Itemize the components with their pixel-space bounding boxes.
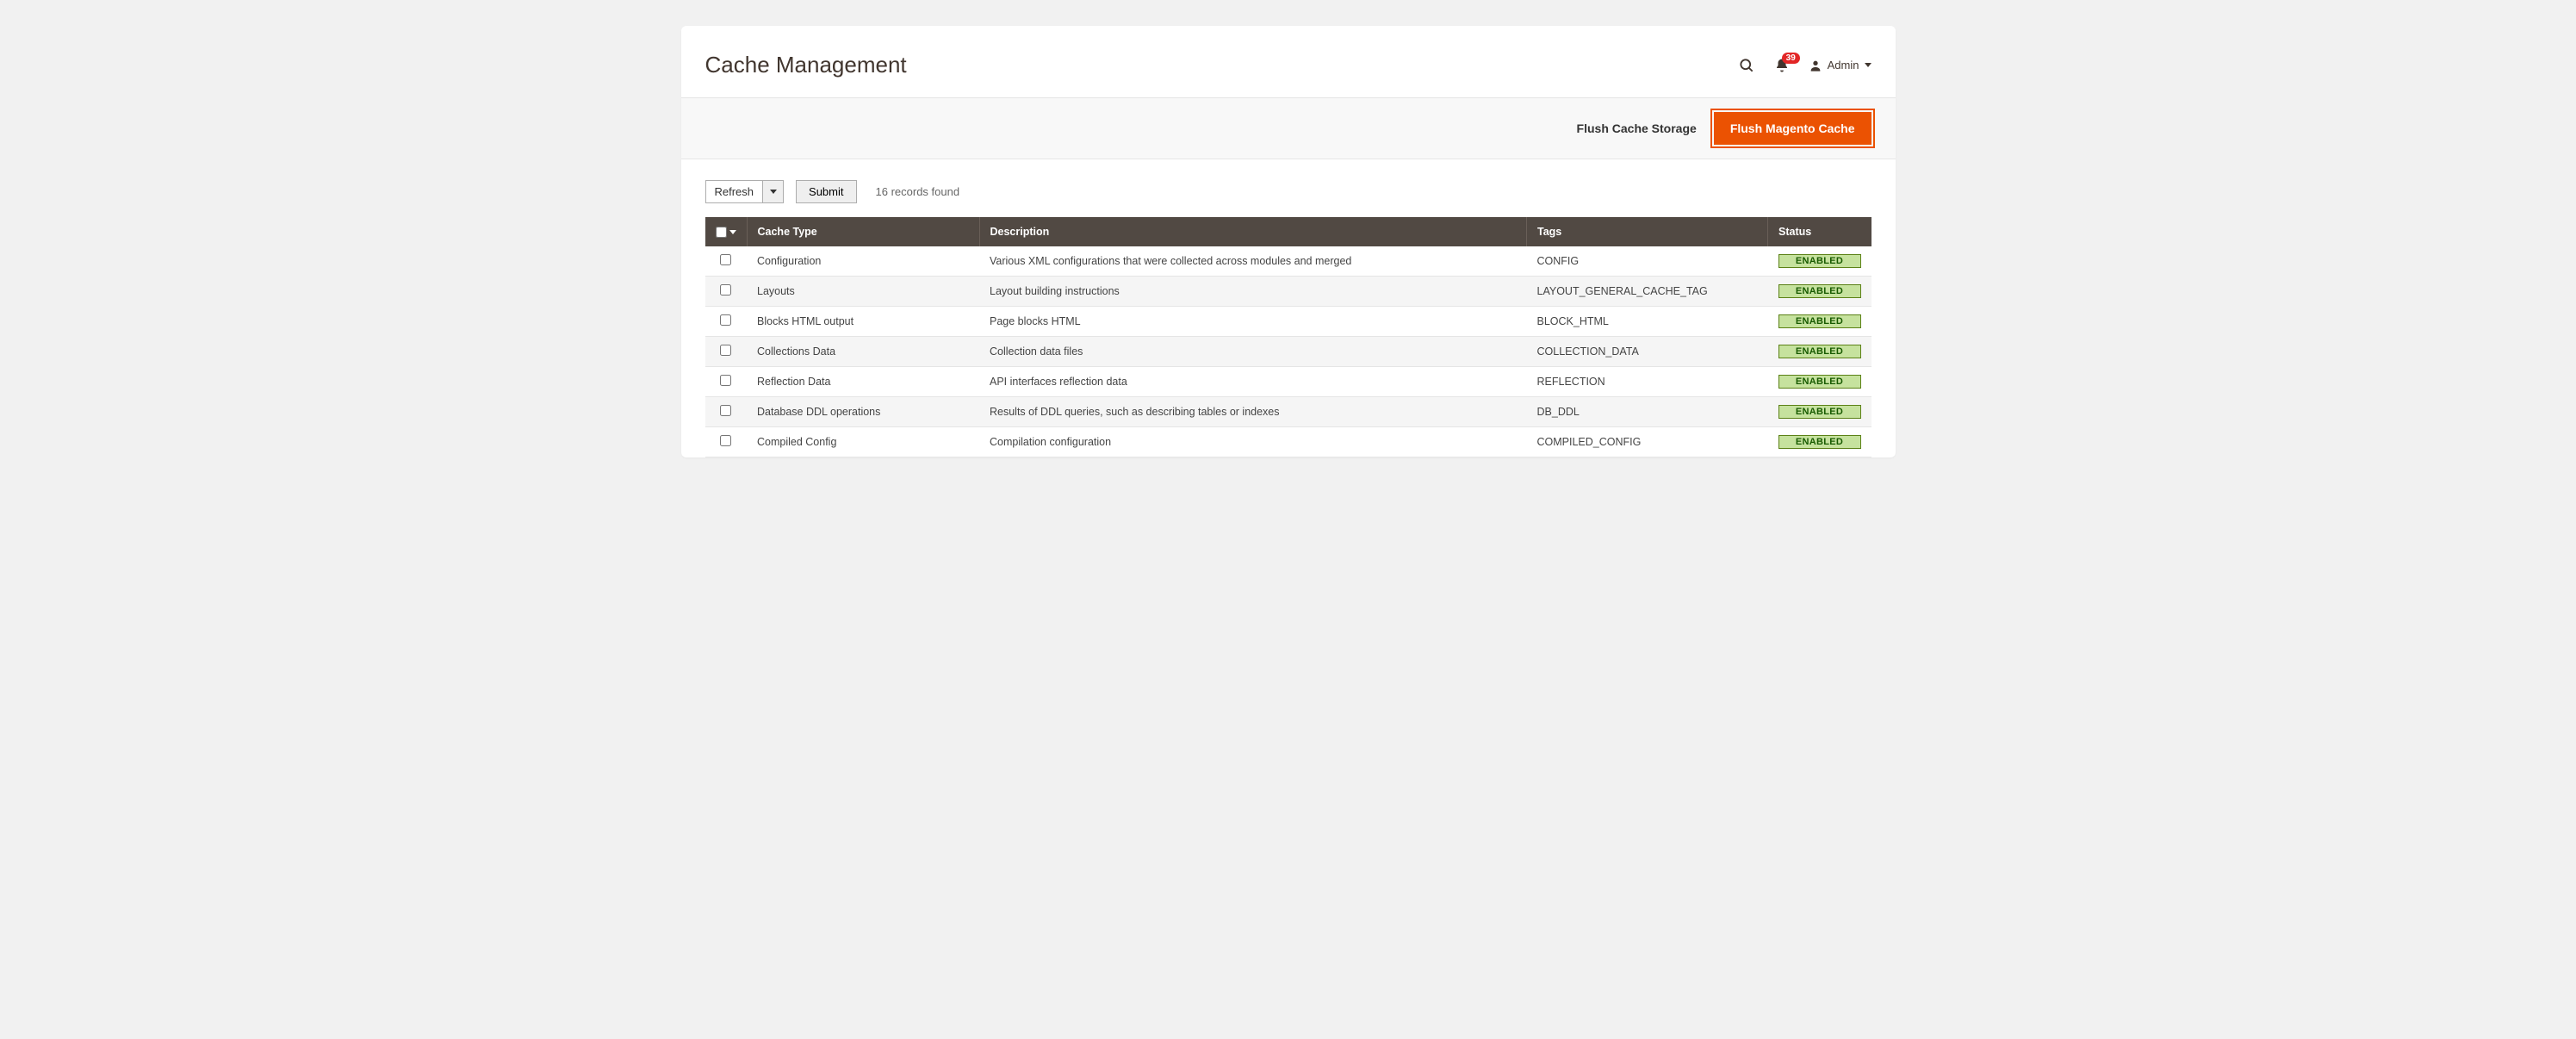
cell-tags: REFLECTION: [1527, 367, 1768, 397]
chevron-down-icon: [770, 190, 777, 194]
cell-type: Database DDL operations: [747, 397, 979, 427]
mass-action-toggle[interactable]: [763, 180, 784, 203]
flush-magento-cache-button[interactable]: Flush Magento Cache: [1714, 112, 1871, 145]
chevron-down-icon[interactable]: [729, 230, 736, 234]
cell-type: Reflection Data: [747, 367, 979, 397]
table-row: Collections DataCollection data filesCOL…: [705, 337, 1871, 367]
cell-tags: LAYOUT_GENERAL_CACHE_TAG: [1527, 277, 1768, 307]
cell-description: Results of DDL queries, such as describi…: [979, 397, 1527, 427]
cell-type: Layouts: [747, 277, 979, 307]
cell-description: Compilation configuration: [979, 427, 1527, 457]
cell-type: Collections Data: [747, 337, 979, 367]
records-count: 16 records found: [876, 185, 960, 198]
status-badge: ENABLED: [1778, 284, 1861, 298]
status-badge: ENABLED: [1778, 254, 1861, 268]
status-badge: ENABLED: [1778, 405, 1861, 419]
status-badge: ENABLED: [1778, 345, 1861, 358]
cell-description: Layout building instructions: [979, 277, 1527, 307]
select-all-checkbox[interactable]: [716, 227, 727, 238]
notifications-icon[interactable]: 39: [1774, 58, 1790, 73]
admin-account-dropdown[interactable]: Admin: [1809, 59, 1871, 72]
row-checkbox[interactable]: [720, 375, 731, 386]
notifications-badge: 39: [1782, 53, 1800, 64]
cell-tags: COMPILED_CONFIG: [1527, 427, 1768, 457]
row-checkbox[interactable]: [720, 435, 731, 446]
submit-button[interactable]: Submit: [796, 180, 856, 203]
col-header-tags[interactable]: Tags: [1527, 217, 1768, 246]
mass-action-select[interactable]: Refresh: [705, 180, 785, 203]
chevron-down-icon: [1865, 63, 1871, 67]
cell-tags: DB_DDL: [1527, 397, 1768, 427]
row-checkbox[interactable]: [720, 405, 731, 416]
cell-description: Collection data files: [979, 337, 1527, 367]
col-header-status[interactable]: Status: [1768, 217, 1871, 246]
cell-type: Configuration: [747, 246, 979, 277]
cell-description: API interfaces reflection data: [979, 367, 1527, 397]
cell-description: Page blocks HTML: [979, 307, 1527, 337]
row-checkbox[interactable]: [720, 284, 731, 296]
mass-action-value: Refresh: [705, 180, 764, 203]
flush-cache-storage-button[interactable]: Flush Cache Storage: [1577, 121, 1697, 135]
row-checkbox[interactable]: [720, 254, 731, 265]
table-row: Compiled ConfigCompilation configuration…: [705, 427, 1871, 457]
col-header-type[interactable]: Cache Type: [747, 217, 979, 246]
row-checkbox[interactable]: [720, 314, 731, 326]
cell-tags: BLOCK_HTML: [1527, 307, 1768, 337]
table-row: Blocks HTML outputPage blocks HTMLBLOCK_…: [705, 307, 1871, 337]
row-checkbox[interactable]: [720, 345, 731, 356]
table-row: Database DDL operationsResults of DDL qu…: [705, 397, 1871, 427]
admin-label: Admin: [1828, 59, 1859, 72]
search-icon[interactable]: [1738, 57, 1755, 74]
cell-type: Blocks HTML output: [747, 307, 979, 337]
cell-tags: CONFIG: [1527, 246, 1768, 277]
status-badge: ENABLED: [1778, 314, 1861, 328]
status-badge: ENABLED: [1778, 375, 1861, 389]
table-row: ConfigurationVarious XML configurations …: [705, 246, 1871, 277]
status-badge: ENABLED: [1778, 435, 1861, 449]
cell-tags: COLLECTION_DATA: [1527, 337, 1768, 367]
page-title: Cache Management: [705, 52, 907, 78]
cell-description: Various XML configurations that were col…: [979, 246, 1527, 277]
table-row: LayoutsLayout building instructionsLAYOU…: [705, 277, 1871, 307]
col-header-description[interactable]: Description: [979, 217, 1527, 246]
cell-type: Compiled Config: [747, 427, 979, 457]
table-row: Reflection DataAPI interfaces reflection…: [705, 367, 1871, 397]
cache-grid: Cache Type Description Tags Status Confi…: [705, 217, 1871, 457]
